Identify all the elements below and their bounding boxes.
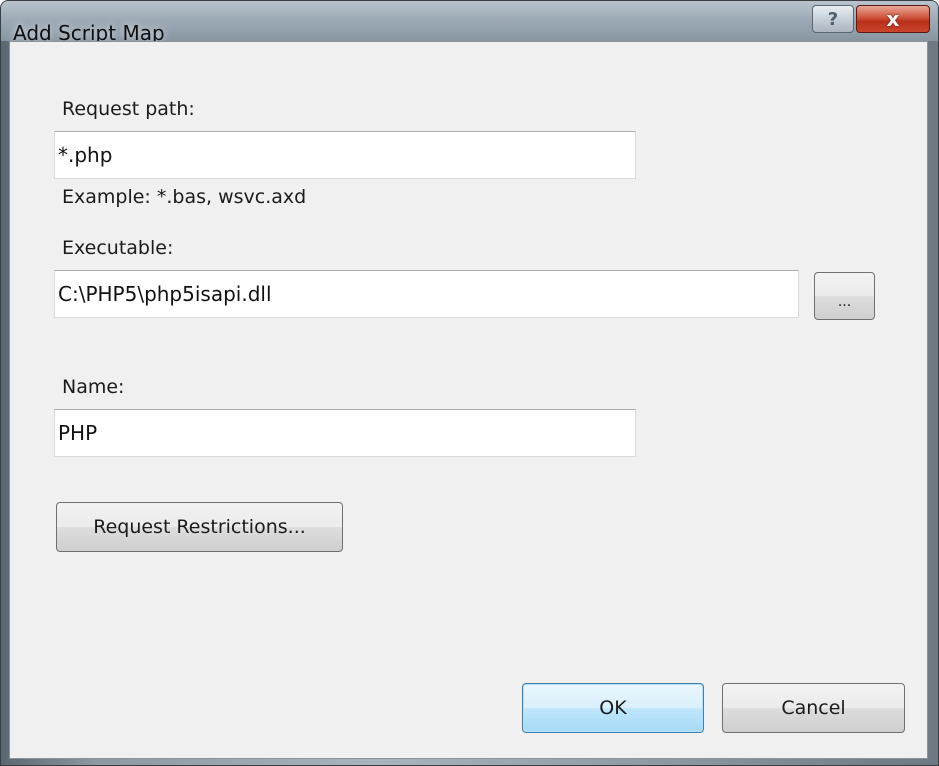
help-button[interactable]: ? xyxy=(812,5,854,33)
ok-button[interactable]: OK xyxy=(522,683,704,733)
name-value: PHP xyxy=(58,421,98,445)
request-path-input[interactable]: *.php xyxy=(54,131,636,179)
cancel-button-label: Cancel xyxy=(781,697,846,719)
help-icon: ? xyxy=(827,8,839,30)
executable-value: C:\PHP5\php5isapi.dll xyxy=(58,282,272,306)
ok-button-label: OK xyxy=(599,697,627,719)
close-icon: x xyxy=(886,7,900,31)
example-hint: Example: *.bas, wsvc.axd xyxy=(62,186,307,208)
request-restrictions-button[interactable]: Request Restrictions... xyxy=(56,502,343,552)
dialog-content: Request path: *.php Example: *.bas, wsvc… xyxy=(9,41,928,759)
cancel-button[interactable]: Cancel xyxy=(722,683,905,733)
request-path-label: Request path: xyxy=(62,98,195,120)
close-button[interactable]: x xyxy=(856,5,930,33)
request-path-value: *.php xyxy=(58,143,113,167)
name-input[interactable]: PHP xyxy=(54,409,636,457)
title-bar[interactable]: Add Script Map ? x xyxy=(1,1,938,45)
browse-button-label: ... xyxy=(837,294,852,310)
executable-label: Executable: xyxy=(62,237,174,259)
request-restrictions-button-label: Request Restrictions... xyxy=(93,516,306,538)
browse-button[interactable]: ... xyxy=(814,272,875,320)
dialog-window: Add Script Map ? x Request path: *.php E… xyxy=(0,0,939,766)
executable-input[interactable]: C:\PHP5\php5isapi.dll xyxy=(54,270,799,318)
name-label: Name: xyxy=(62,376,125,398)
